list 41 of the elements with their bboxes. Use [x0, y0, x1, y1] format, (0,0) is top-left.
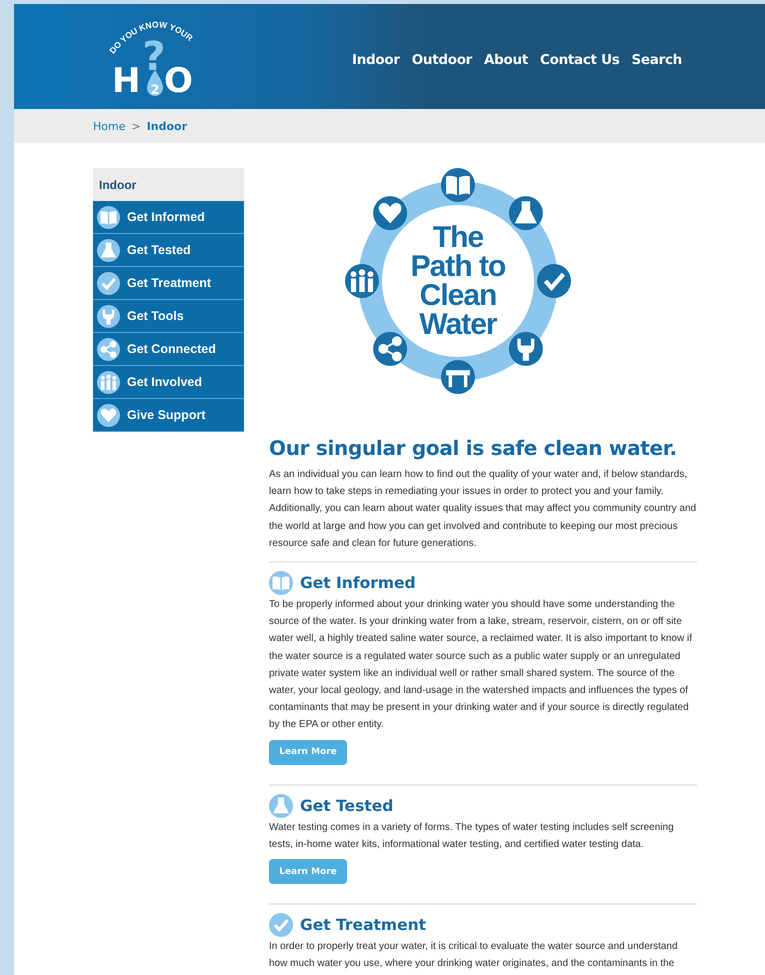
sidebar-title: Indoor	[93, 168, 244, 201]
flask-icon	[508, 196, 543, 230]
checkmark-icon	[537, 264, 571, 298]
checkmark-icon	[97, 272, 120, 294]
section-paragraph: In order to properly treat your water, it is critical to evaluate the water source and understand how much water you use, where your drinking water originates, and the contaminants in the	[269, 940, 679, 972]
wrench-icon	[97, 304, 120, 328]
people-icon	[97, 370, 120, 394]
breadcrumb-separator: >	[131, 120, 141, 132]
sidebar-item[interactable]: Get Informed	[93, 201, 244, 234]
sidebar-item[interactable]: Get Treatment	[93, 267, 244, 300]
section-heading: Get Treatment	[300, 916, 426, 934]
checkmark-icon	[269, 913, 293, 938]
nav-link[interactable]: Contact Us	[540, 52, 620, 68]
nav-link[interactable]: Indoor	[352, 52, 400, 68]
section-heading: Get Tested	[300, 796, 394, 815]
book-icon	[97, 206, 120, 228]
nav-link[interactable]: About	[484, 52, 528, 68]
table-icon	[441, 360, 475, 394]
wrench-icon	[508, 332, 543, 366]
flask-icon	[97, 238, 120, 262]
share-icon	[373, 332, 408, 366]
sidebar-item[interactable]: Get Involved	[93, 366, 244, 399]
section-paragraph: To be properly informed about your drinking water you should have some understanding the source of the water. Is your drinking water from a lake, stream, reservoir, cistern, on or off site water well, a highly treated saline water source, a reclaimed water. It is also important to know if the water source is a regulated water source such as a public water supply or an unregulated private water system like an individual well or rather small shared system. The source of the water, your local geology, and land-usage in the watershed impacts and influences the types of contaminants that may be present in your drinking water and if your source is directly regulated by the EPA or other entity.	[269, 598, 693, 732]
people-icon	[345, 264, 379, 298]
book-icon	[441, 168, 475, 202]
nav-link[interactable]: Outdoor	[412, 52, 472, 68]
breadcrumb-link[interactable]: Home	[93, 120, 126, 132]
sidebar-item[interactable]: Give Support	[93, 399, 244, 432]
sidebar-item[interactable]: Get Connected	[93, 333, 244, 366]
sidebar-item[interactable]: Get Tools	[93, 300, 244, 333]
intro-heading: Our singular goal is safe clean water.	[269, 436, 678, 460]
share-icon	[97, 338, 120, 360]
sidebar-item[interactable]: Get Tested	[93, 234, 244, 267]
nav-link[interactable]: Search	[632, 52, 682, 68]
intro-paragraph: As an individual you can learn how to find out the quality of your water and, if below standards, learn how to take steps in remediating your issues in order to protect you and your family. Additionally, you can learn about water quality issues that may affect you community country and the world at large and how you can get involved and contribute to keeping our most precious resource safe and clean for future generations.	[269, 468, 697, 551]
section-heading: Get Informed	[300, 574, 416, 592]
section-paragraph: Water testing comes in a variety of forms. The types of water testing includes self screening tests, in-home water kits, informational water testing, and certified water testing data.	[269, 820, 675, 852]
flask-icon	[269, 794, 293, 818]
breadcrumb-current: Indoor	[146, 120, 188, 132]
book-icon	[269, 571, 293, 596]
diagram-title: The Path to Clean Water	[410, 221, 506, 341]
